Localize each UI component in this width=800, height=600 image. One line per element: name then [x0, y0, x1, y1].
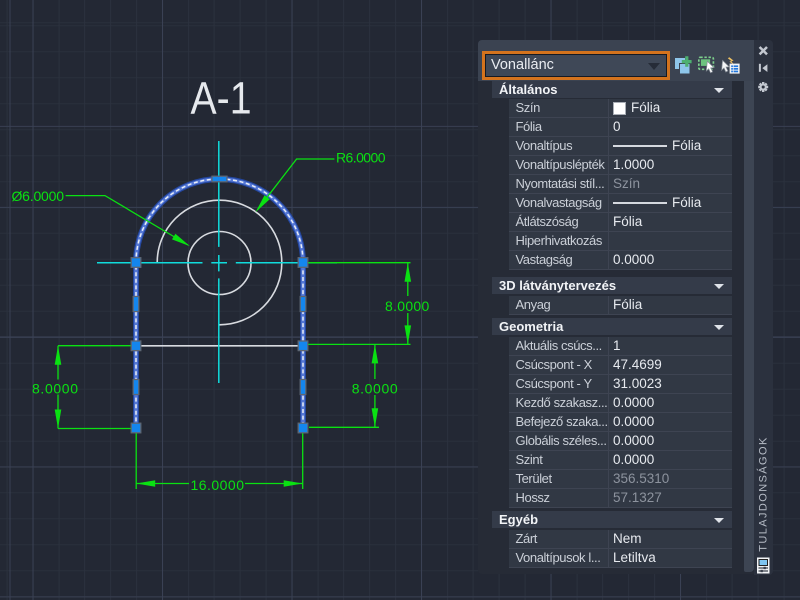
svg-text:8.0000: 8.0000 [385, 298, 430, 314]
svg-text:8.0000: 8.0000 [32, 381, 78, 397]
svg-text:Ø6.0000: Ø6.0000 [12, 188, 65, 204]
svg-text:A-1: A-1 [191, 73, 252, 124]
svg-text:8.0000: 8.0000 [352, 381, 398, 397]
svg-text:16.0000: 16.0000 [191, 477, 245, 493]
svg-text:R6.0000: R6.0000 [336, 150, 386, 166]
